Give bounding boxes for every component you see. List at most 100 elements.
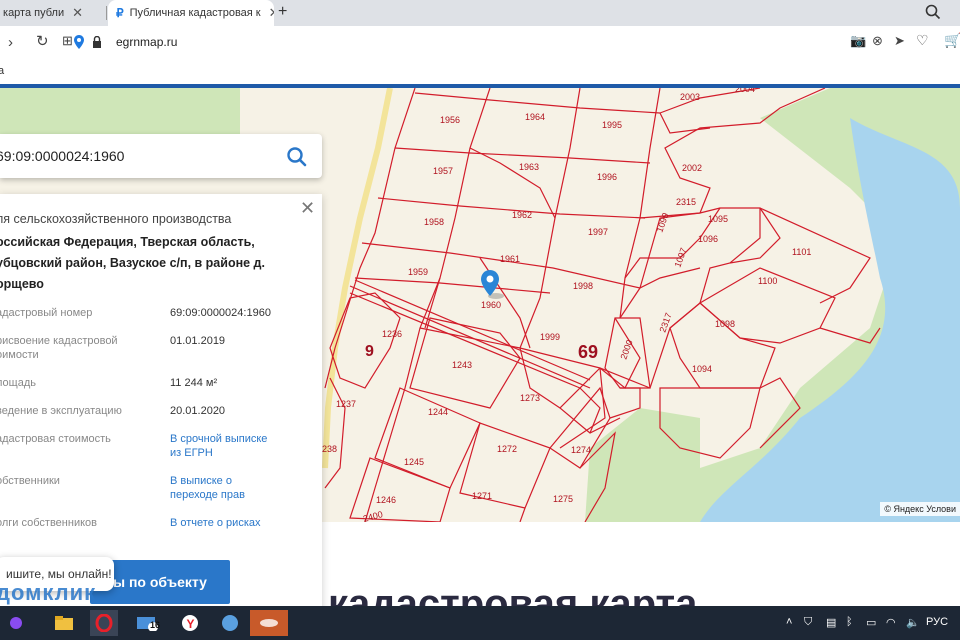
parcel-label[interactable]: 1246 [376,495,396,505]
parcel-label[interactable]: 1959 [408,267,428,277]
tab-title: Публичная кадастровая к [129,7,261,19]
search-input[interactable]: 69:09:0000024:1960 [0,148,124,164]
search-icon[interactable] [286,146,308,168]
parcel-label[interactable]: 1101 [792,247,811,257]
info-label: олги собственников [0,517,97,529]
parcel-label[interactable]: 1956 [440,115,460,125]
parcel-label[interactable]: 1245 [404,457,424,467]
bluetooth-icon[interactable]: ᛒ [846,616,853,628]
parcel-label[interactable]: 2315 [676,197,696,207]
new-tab-button[interactable]: + [278,3,287,21]
parcel-label[interactable]: 1273 [520,393,540,403]
parcel-label[interactable]: 1097 [672,246,688,268]
file-explorer-icon[interactable] [50,610,78,636]
language-indicator[interactable]: РУС [926,616,948,628]
parcel-label[interactable]: 1095 [708,214,728,224]
cart-icon[interactable]: 🛒 [944,32,960,49]
lock-icon [93,36,101,48]
info-label: адастровый номер [0,307,93,319]
parcel-label[interactable]: 1275 [553,494,573,504]
info-value: 20.01.2020 [170,405,226,417]
parcel-label[interactable]: 1096 [698,234,718,244]
parcel-label[interactable]: 238 [322,444,337,454]
block-icon[interactable]: ⊗ [872,33,883,49]
parcel-label[interactable]: 1094 [692,364,712,374]
parcel-label[interactable]: 1998 [573,281,593,291]
parcel-label[interactable]: 1099 [654,211,670,233]
site-favicon-icon: ₽ [116,6,124,20]
parcel-label[interactable]: 2400 [362,509,384,522]
parcel-label[interactable]: 2002 [682,163,702,173]
bookmark-item[interactable]: а [0,65,4,77]
parcel-label[interactable]: 1962 [512,210,532,220]
parcel-label[interactable]: 1961 [500,254,520,264]
info-link[interactable]: В отчете о рисках [170,516,310,530]
svg-text:Y: Y [187,617,195,631]
network-icon[interactable]: ▤ [826,616,836,629]
parcel-label[interactable]: 1244 [428,407,448,417]
opera-icon[interactable] [90,610,118,636]
parcel-label[interactable]: 1243 [452,360,472,370]
cadastral-search-box[interactable]: 69:09:0000024:1960 [0,134,322,178]
camera-icon[interactable]: 📷 [850,33,866,49]
parcel-label[interactable]: 1996 [597,172,617,182]
tab-active[interactable]: ₽ Публичная кадастровая к ✕ [108,0,274,26]
app-icon[interactable] [216,610,244,636]
map-copyright[interactable]: © Яндекс Услови [880,502,960,516]
apps-grid-icon[interactable]: ⊞ [62,33,73,49]
active-app-icon[interactable] [250,610,288,636]
security-icon[interactable]: ⛉ [804,616,812,629]
parcel-category: ля сельскохозяйственного производства [0,212,232,226]
reload-icon[interactable]: ↻ [36,32,49,50]
tray-chevron-icon[interactable]: ˄ [786,616,792,628]
close-tab-icon[interactable]: ✕ [72,5,83,21]
alice-icon[interactable] [2,610,30,636]
tab-inactive[interactable]: я карта публи ✕ [0,0,106,26]
parcel-label[interactable]: 2000 [618,338,634,360]
yandex-icon[interactable]: Y [176,610,204,636]
battery-icon[interactable]: ▭ [866,616,876,629]
info-label: адастровая стоимость [0,433,111,445]
close-tab-icon[interactable]: ✕ [269,5,274,21]
tab-bar: я карта публи ✕ ₽ Публичная кадастровая … [0,0,960,26]
info-value: 01.01.2019 [170,335,226,347]
mail-icon[interactable]: 16 [134,610,162,636]
info-label: рисвоение кадастровой оимости [0,335,118,361]
close-icon[interactable]: ✕ [300,198,315,219]
location-pin-icon[interactable] [74,35,84,49]
send-icon[interactable]: ➤ [894,33,905,49]
search-tabs-icon[interactable] [924,3,942,21]
quarter-label: 69 [578,342,598,362]
parcel-label[interactable]: 1964 [525,112,545,122]
parcel-label[interactable]: 1100 [758,276,777,286]
parcel-label[interactable]: 1960 [481,300,501,310]
info-link[interactable]: В выписке о переходе прав [170,474,270,502]
parcel-label[interactable]: 1272 [497,444,517,454]
info-label: ведение в эксплуатацию [0,405,122,417]
parcel-label[interactable]: 1274 [571,445,591,455]
parcel-label[interactable]: 1963 [519,162,539,172]
wifi-icon[interactable]: ◠ [886,616,896,629]
forward-arrow-icon[interactable]: › [8,34,13,51]
info-link[interactable]: В срочной выписке из ЕГРН [170,432,280,460]
parcel-label[interactable]: 2004 [735,88,755,94]
parcel-label[interactable]: 1957 [433,166,453,176]
info-value: 69:09:0000024:1960 [170,307,271,319]
parcel-label[interactable]: 2003 [680,92,700,102]
parcel-label[interactable]: 1958 [424,217,444,227]
volume-icon[interactable]: 🔈 [906,616,920,629]
parcel-label[interactable]: 1997 [588,227,608,237]
parcel-label[interactable]: 1237 [336,399,356,409]
parcel-label[interactable]: 1236 [382,329,402,339]
parcel-address: оссийская Федерация, Тверская область, у… [0,235,265,291]
url-field[interactable]: egrnmap.ru [116,35,177,49]
parcel-label[interactable]: 1995 [602,120,622,130]
browser-window: я карта публи ✕ ₽ Публичная кадастровая … [0,0,960,640]
parcel-label[interactable]: 1098 [715,319,735,329]
map-marker-icon[interactable] [481,270,504,299]
parcel-label[interactable]: 1271 [472,491,492,501]
bookmarks-bar: а [0,60,960,84]
windows-taskbar: 16 Y ˄ ⛉ ▤ ᛒ ▭ ◠ 🔈 РУС [0,606,960,640]
parcel-label[interactable]: 1999 [540,332,560,342]
heart-icon[interactable]: ♡ [916,32,929,49]
